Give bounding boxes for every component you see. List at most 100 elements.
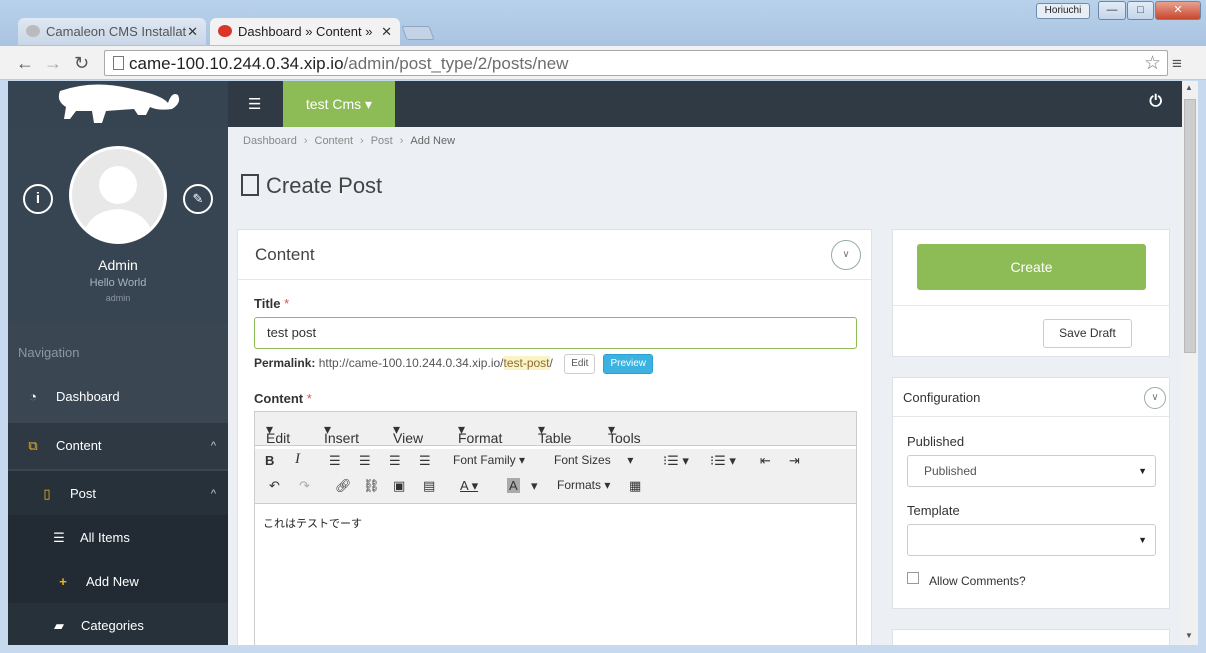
italic-icon[interactable]: I <box>295 451 300 468</box>
chevron-down-icon: ▼ <box>1138 466 1147 476</box>
info-icon[interactable]: i <box>23 184 53 214</box>
menu-table[interactable]: Table ▾ <box>538 421 571 446</box>
scroll-up-icon[interactable]: ▲ <box>1185 83 1193 92</box>
reload-icon[interactable]: ↻ <box>74 53 89 73</box>
configuration-title: Configuration <box>903 390 981 405</box>
bold-icon[interactable]: B <box>265 453 274 468</box>
page-scrollbar[interactable]: ▲ ▼ <box>1182 81 1198 645</box>
outdent-icon[interactable]: ⇤ <box>760 453 771 469</box>
cms-page: i ✎ Admin Hello World admin Navigation ◔… <box>8 81 1182 645</box>
tab-close-icon[interactable]: ✕ <box>381 18 392 45</box>
breadcrumb-dashboard[interactable]: Dashboard <box>243 135 297 147</box>
create-button[interactable]: Create <box>917 244 1146 290</box>
sidebar-item-content[interactable]: ⧉ Content ^ <box>8 423 228 469</box>
content-box-title: Content <box>255 245 315 264</box>
browser-titlebar: Camaleon CMS Installat ✕ Dashboard » Con… <box>0 0 1206 46</box>
scroll-down-icon[interactable]: ▼ <box>1185 631 1193 640</box>
text-color-icon[interactable]: A ▾ <box>460 478 478 494</box>
indent-icon[interactable]: ⇥ <box>789 453 800 469</box>
image-icon[interactable]: ▣ <box>393 478 405 494</box>
editor-content[interactable]: これはテストでーす <box>263 515 362 531</box>
permalink-row: Permalink: http://came-100.10.244.0.34.x… <box>254 354 654 374</box>
menu-insert[interactable]: Insert ▾ <box>324 421 359 446</box>
sidebar-item-categories[interactable]: ▰ Categories <box>8 603 228 645</box>
unlink-icon[interactable]: ⛓︎ <box>363 478 380 494</box>
content-box: Content ∨ Title * test post Permalink: h… <box>237 229 872 645</box>
power-icon[interactable]: ⏻ <box>1149 93 1162 111</box>
editor-menubar: Edit ▾ Insert ▾ View ▾ Format ▾ Table ▾ … <box>255 412 856 446</box>
font-sizes-select[interactable]: Font Sizes ▾ <box>554 453 633 467</box>
browser-menu-icon[interactable]: ≡ <box>1172 54 1182 74</box>
align-justify-icon[interactable]: ☰ <box>419 453 431 469</box>
breadcrumb-post[interactable]: Post <box>371 135 393 147</box>
tab-close-icon[interactable]: ✕ <box>187 18 198 45</box>
allow-comments-checkbox[interactable] <box>907 572 919 584</box>
chameleon-logo-icon[interactable] <box>54 81 184 127</box>
content-box-header: Content ∨ <box>238 230 871 280</box>
chevron-up-icon: ^ <box>210 440 216 452</box>
menu-view[interactable]: View ▾ <box>393 421 423 446</box>
profile-badge[interactable]: Horiuchi <box>1036 3 1090 19</box>
menu-format[interactable]: Format ▾ <box>458 421 502 446</box>
align-center-icon[interactable]: ☰ <box>359 453 371 469</box>
published-select[interactable]: Published ▼ <box>907 455 1156 487</box>
numbered-list-icon[interactable]: ⁝☰ ▾ <box>710 453 736 469</box>
preview-button[interactable]: Preview <box>603 354 654 374</box>
menu-edit[interactable]: Edit ▾ <box>266 421 290 446</box>
url-text[interactable]: came-100.10.244.0.34.xip.io/admin/post_t… <box>129 54 568 74</box>
sidebar-item-all-items[interactable]: ☰ All Items <box>8 515 228 561</box>
media-icon[interactable]: ▤ <box>423 478 435 494</box>
sidebar-item-add-new[interactable]: + Add New <box>8 559 228 605</box>
align-right-icon[interactable]: ☰ <box>389 453 401 469</box>
close-window-button[interactable]: ✕ <box>1155 1 1201 20</box>
background-color-dropdown-icon[interactable]: ▾ <box>531 478 538 494</box>
menu-tools[interactable]: Tools ▾ <box>608 421 641 446</box>
permalink-edit-button[interactable]: Edit <box>564 354 596 374</box>
tab-title: Dashboard » Content » <box>238 24 373 39</box>
new-tab-button[interactable] <box>401 26 435 40</box>
breadcrumb-content[interactable]: Content <box>315 135 354 147</box>
plus-icon: + <box>59 574 67 589</box>
edit-profile-icon[interactable]: ✎ <box>183 184 213 214</box>
forward-arrow-icon[interactable]: → <box>44 53 62 73</box>
chameleon-favicon-icon <box>218 25 232 37</box>
sidebar-toggle-icon[interactable]: ☰ <box>248 95 261 113</box>
maximize-button[interactable]: □ <box>1127 1 1154 20</box>
sidebar: i ✎ Admin Hello World admin Navigation ◔… <box>8 81 228 645</box>
formats-select[interactable]: Formats ▾ <box>557 478 610 492</box>
undo-icon[interactable]: ↶ <box>269 478 280 494</box>
admin-name: Admin <box>98 257 138 273</box>
minimize-button[interactable]: — <box>1098 1 1126 20</box>
background-color-icon[interactable]: A <box>507 478 520 493</box>
back-arrow-icon[interactable]: ← <box>16 53 34 73</box>
site-dropdown-button[interactable]: test Cms ▾ <box>283 81 395 127</box>
source-code-icon[interactable]: ▦ <box>629 478 641 494</box>
page-title: Create Post <box>241 173 382 199</box>
content-label: Content * <box>254 391 312 406</box>
template-select[interactable]: ▼ <box>907 524 1156 556</box>
sidebar-item-post[interactable]: ▯ Post ^ <box>8 471 228 517</box>
link-icon[interactable]: 🔗︎ <box>335 478 352 494</box>
redo-icon[interactable]: ↷ <box>299 478 310 494</box>
address-bar[interactable]: came-100.10.244.0.34.xip.io/admin/post_t… <box>104 50 1168 76</box>
tab-camaleon-install[interactable]: Camaleon CMS Installat ✕ <box>18 18 206 45</box>
save-draft-button[interactable]: Save Draft <box>1043 319 1132 348</box>
chameleon-favicon-icon <box>26 25 40 37</box>
title-input[interactable]: test post <box>254 317 857 349</box>
align-left-icon[interactable]: ☰ <box>329 453 341 469</box>
editor-toolbar-row1: B I ☰ ☰ ☰ ☰ Font Family ▾ Font Sizes ▾ ⁝… <box>255 449 856 475</box>
font-family-select[interactable]: Font Family ▾ <box>453 453 525 467</box>
collapse-icon[interactable]: ∨ <box>1144 387 1166 409</box>
folder-icon: ▰ <box>54 618 64 633</box>
avatar[interactable] <box>69 146 167 244</box>
allow-comments-label: Allow Comments? <box>929 574 1026 588</box>
bookmark-star-icon[interactable]: ☆ <box>1144 52 1161 75</box>
bullet-list-icon[interactable]: ⁝☰ ▾ <box>663 453 689 469</box>
sidebar-item-dashboard[interactable]: ◔ Dashboard <box>8 374 228 420</box>
logo-area <box>8 81 228 127</box>
top-navbar: ☰ test Cms ▾ ⏻ <box>228 81 1182 127</box>
page-icon <box>113 56 124 70</box>
tab-dashboard[interactable]: Dashboard » Content » ✕ <box>210 18 400 45</box>
collapse-icon[interactable]: ∨ <box>831 240 861 270</box>
scrollbar-thumb[interactable] <box>1184 99 1196 353</box>
